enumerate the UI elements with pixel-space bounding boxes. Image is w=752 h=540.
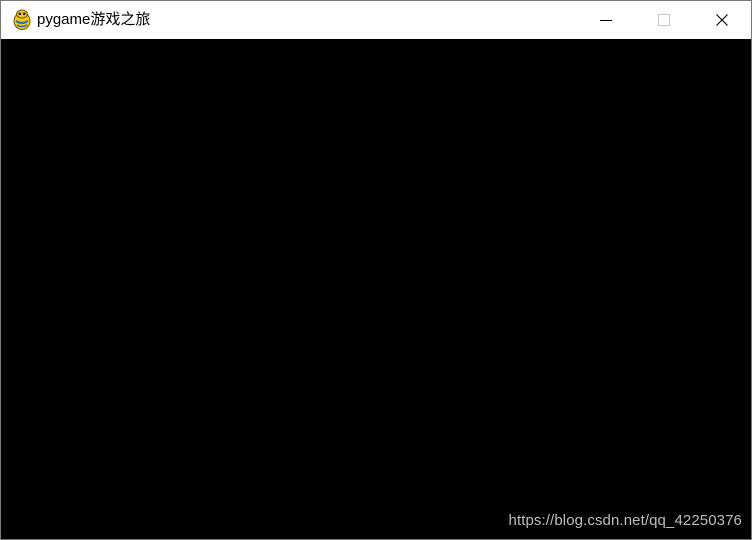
minimize-button[interactable] <box>577 1 635 39</box>
close-button[interactable] <box>693 1 751 39</box>
pygame-window: pygame游戏之旅 https://blog.csdn.net/qq_4225… <box>0 0 752 540</box>
title-bar[interactable]: pygame游戏之旅 <box>1 1 751 39</box>
pygame-snake-icon <box>11 9 33 31</box>
window-controls <box>577 1 751 39</box>
close-icon <box>716 14 728 26</box>
watermark-text: https://blog.csdn.net/qq_42250376 <box>508 512 742 529</box>
maximize-button[interactable] <box>635 1 693 39</box>
minimize-icon <box>600 14 612 26</box>
game-canvas[interactable] <box>1 39 751 539</box>
window-title: pygame游戏之旅 <box>37 11 151 28</box>
maximize-icon <box>658 14 670 26</box>
